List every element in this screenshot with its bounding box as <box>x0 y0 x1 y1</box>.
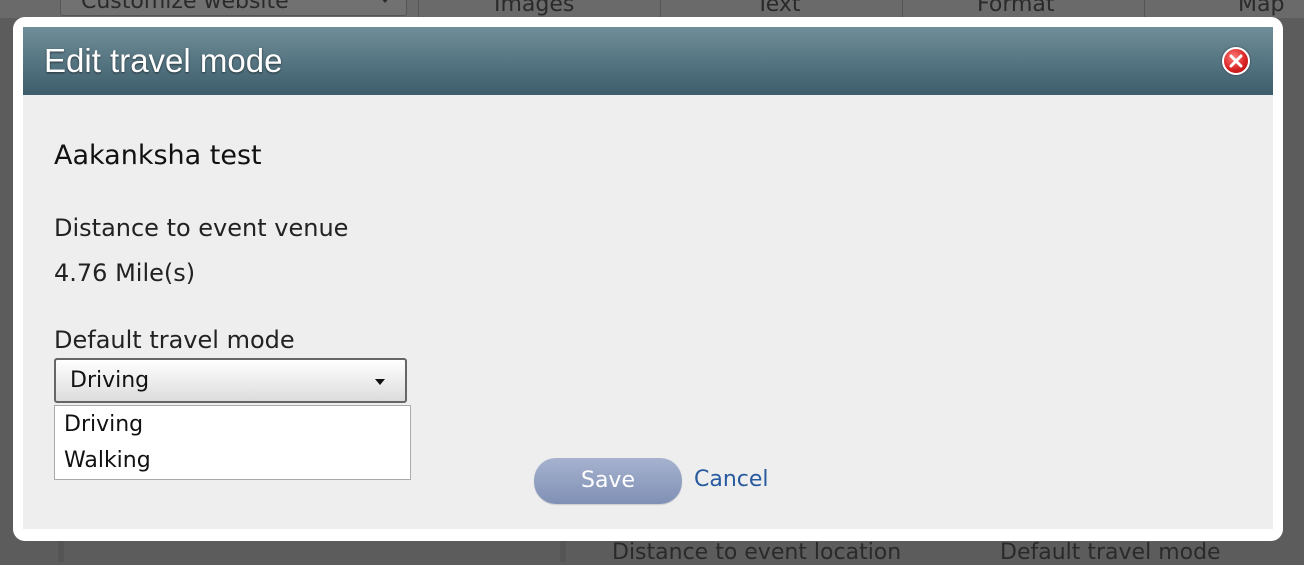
divider <box>418 0 419 18</box>
tab-map: Map <box>1238 0 1285 17</box>
tab-format: Format <box>977 0 1055 17</box>
distance-label: Distance to event venue <box>54 214 349 242</box>
background-column-border <box>560 540 566 562</box>
travel-mode-label: Default travel mode <box>54 326 295 354</box>
divider <box>660 0 661 18</box>
option-walking[interactable]: Walking <box>64 448 151 473</box>
divider <box>902 0 903 18</box>
edit-travel-mode-dialog: Edit travel mode Aakanksha test Distance… <box>13 17 1283 541</box>
dialog-title-bar: Edit travel mode <box>23 27 1273 95</box>
column-header-distance: Distance to event location <box>612 540 902 565</box>
dialog-body: Edit travel mode Aakanksha test Distance… <box>23 27 1273 529</box>
customize-website-select: Customize website <box>60 0 407 16</box>
travel-mode-selected-value: Driving <box>70 368 150 393</box>
background-column-border <box>58 540 64 562</box>
travel-mode-options-list: Driving Walking <box>54 405 411 480</box>
save-button[interactable]: Save <box>534 458 682 504</box>
column-header-travel-mode: Default travel mode <box>1000 540 1221 565</box>
dropdown-arrow-icon <box>375 379 385 385</box>
customize-website-label: Customize website <box>81 0 289 14</box>
divider <box>1144 0 1145 18</box>
distance-value: 4.76 Mile(s) <box>54 259 196 287</box>
cancel-link[interactable]: Cancel <box>694 467 769 492</box>
tab-text: Text <box>756 0 801 17</box>
dialog-title: Edit travel mode <box>44 42 283 79</box>
attendee-name: Aakanksha test <box>54 140 262 171</box>
chevron-down-icon <box>380 0 390 3</box>
travel-mode-select[interactable]: Driving <box>54 358 407 403</box>
close-icon <box>1229 54 1243 68</box>
tab-images: Images <box>494 0 575 17</box>
option-driving[interactable]: Driving <box>64 412 143 437</box>
close-button[interactable] <box>1222 47 1250 75</box>
